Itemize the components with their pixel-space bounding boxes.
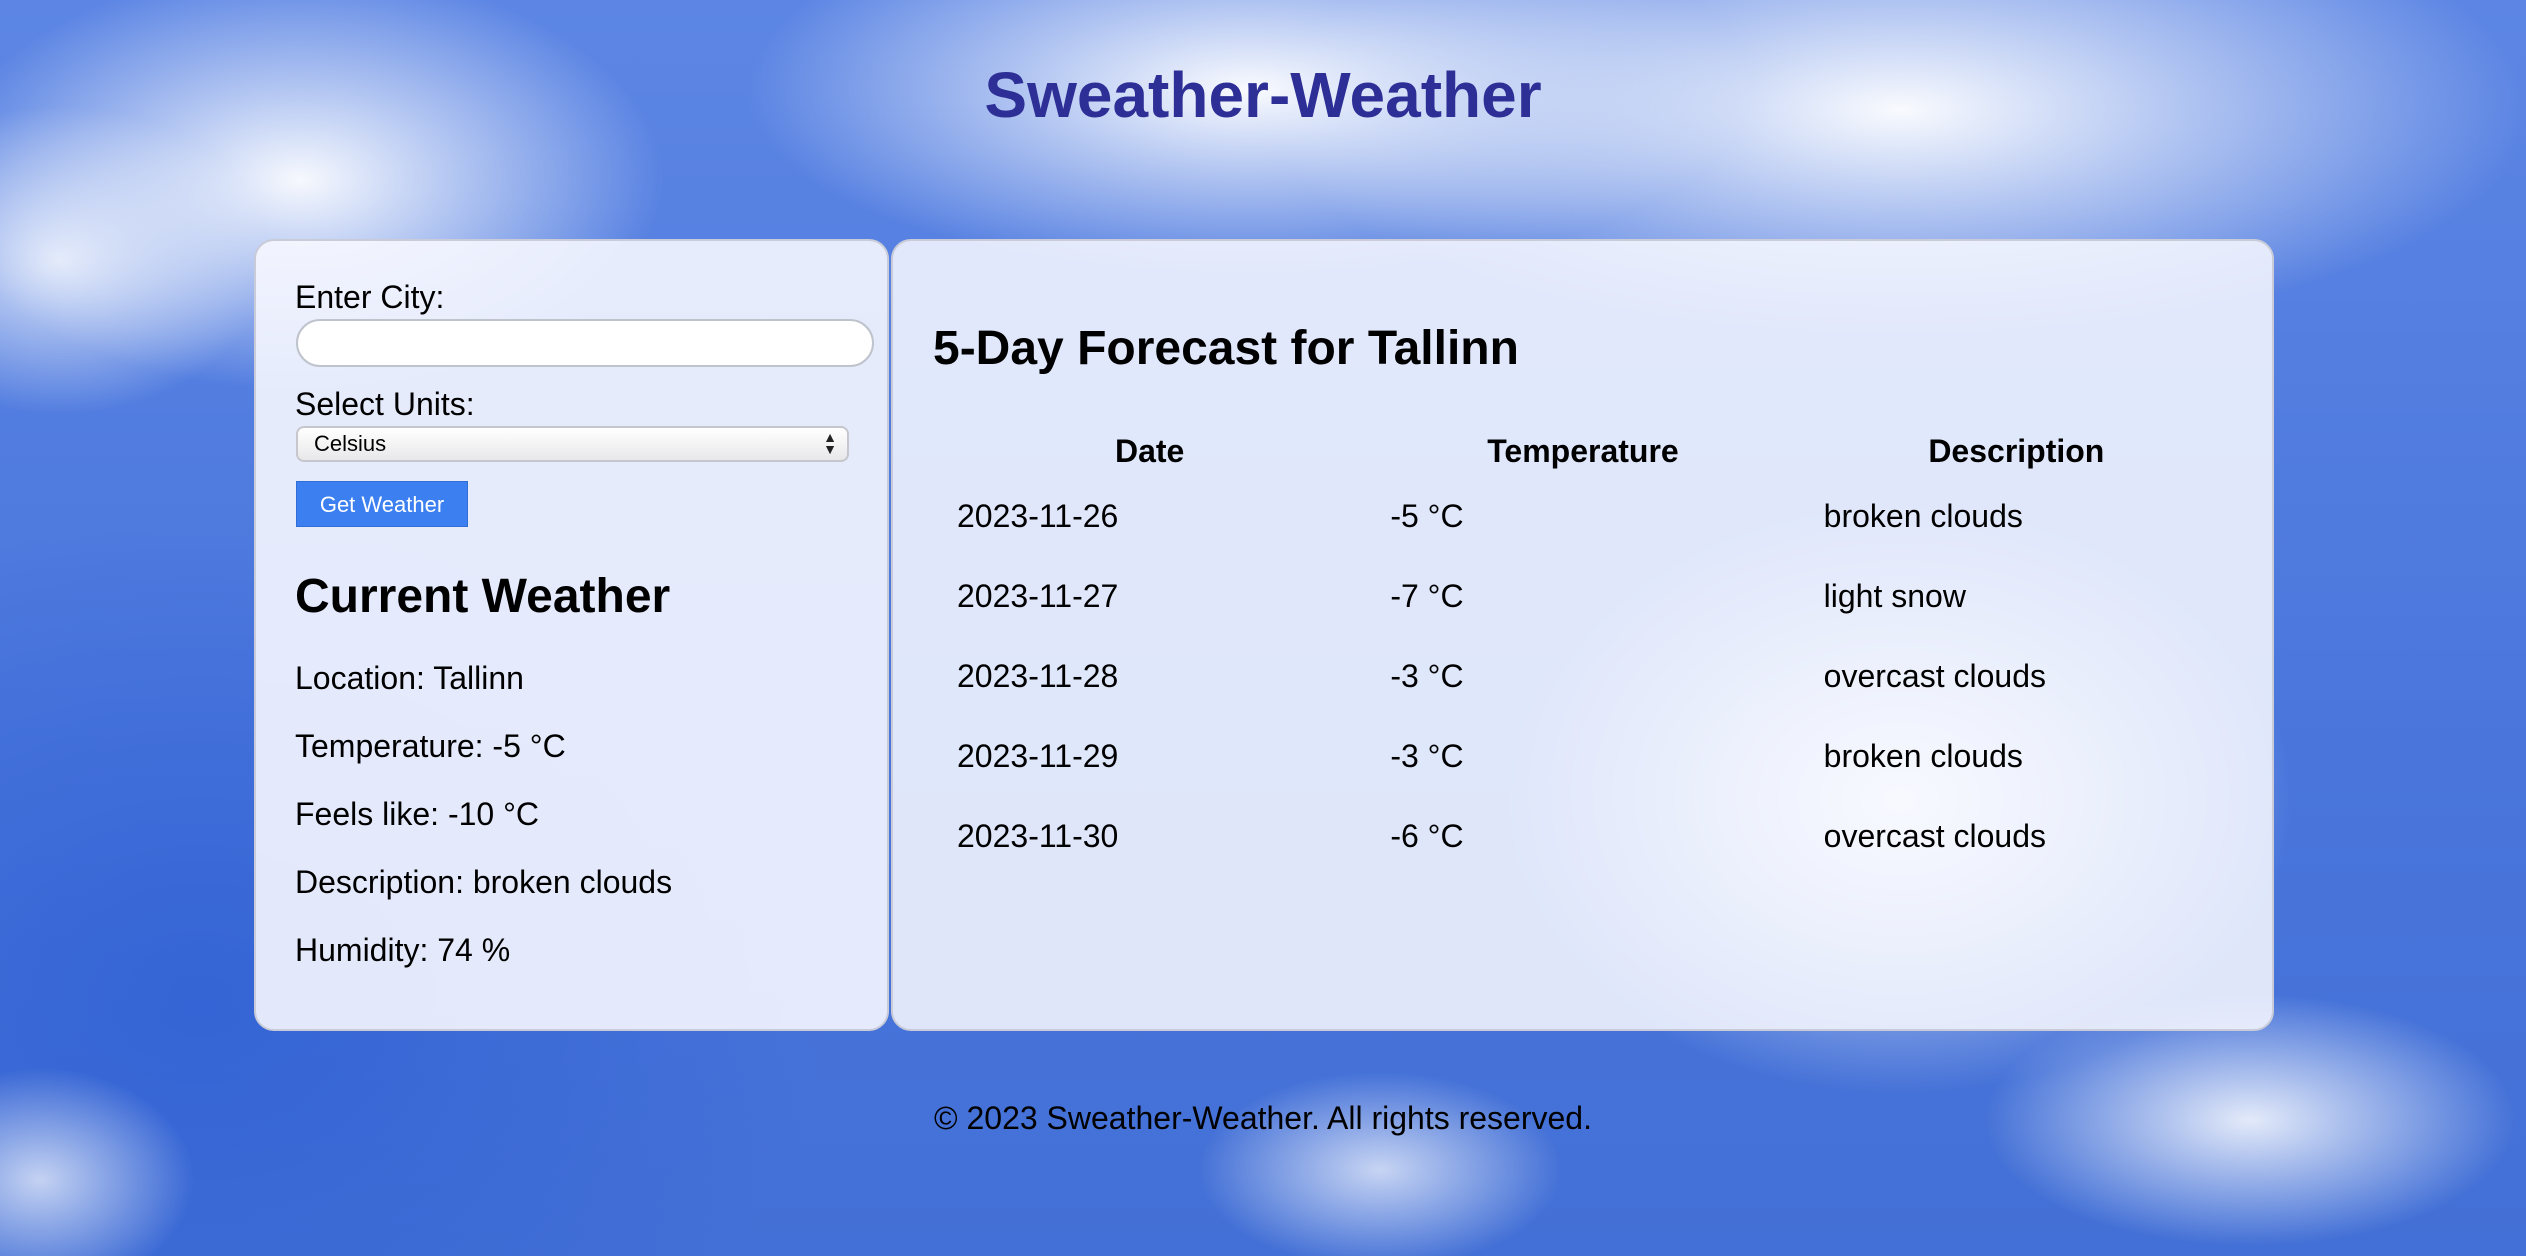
forecast-header-row: Date Temperature Description: [933, 426, 2233, 476]
current-humidity: Humidity: 74 %: [295, 932, 511, 968]
table-row: 2023-11-27 -7 °C light snow: [933, 556, 2233, 636]
site-title: Sweather-Weather: [984, 59, 1542, 131]
header-temperature: Temperature: [1487, 432, 1679, 469]
header-date: Date: [1114, 432, 1185, 469]
forecast-panel: 5-Day Forecast for Tallinn Date Temperat…: [891, 239, 2274, 1031]
table-row: 2023-11-29 -3 °C broken clouds: [933, 716, 2233, 796]
cell-date: 2023-11-27: [957, 577, 1119, 614]
forecast-table: Date Temperature Description 2023-11-26 …: [933, 426, 2233, 876]
cell-description: broken clouds: [1823, 497, 2023, 534]
table-row: 2023-11-30 -6 °C overcast clouds: [933, 796, 2233, 876]
cell-temperature: -5 °C: [1390, 497, 1464, 534]
footer-copyright: © 2023 Sweather-Weather. All rights rese…: [934, 1100, 1592, 1136]
units-select[interactable]: Celsius ▲ ▼: [296, 426, 849, 462]
city-label: Enter City:: [295, 279, 445, 315]
city-input[interactable]: [296, 319, 874, 367]
cell-date: 2023-11-30: [957, 817, 1119, 854]
table-row: 2023-11-28 -3 °C overcast clouds: [933, 636, 2233, 716]
cell-date: 2023-11-29: [957, 737, 1119, 774]
forecast-title: 5-Day Forecast for Tallinn: [933, 322, 1519, 375]
search-panel: Enter City: Select Units: Celsius ▲ ▼ Get…: [254, 239, 889, 1031]
cell-date: 2023-11-26: [957, 497, 1119, 534]
cell-description: broken clouds: [1823, 737, 2023, 774]
get-weather-button[interactable]: Get Weather: [296, 481, 468, 527]
current-description: Description: broken clouds: [295, 864, 673, 900]
units-selected-value: Celsius: [314, 431, 387, 456]
current-feels-like: Feels like: -10 °C: [295, 796, 539, 832]
cell-date: 2023-11-28: [957, 657, 1119, 694]
units-label: Select Units:: [295, 386, 475, 422]
cell-temperature: -7 °C: [1390, 577, 1464, 614]
table-row: 2023-11-26 -5 °C broken clouds: [933, 476, 2233, 556]
header-description: Description: [1928, 432, 2105, 469]
current-temperature: Temperature: -5 °C: [295, 728, 566, 764]
cell-temperature: -6 °C: [1390, 817, 1464, 854]
cell-temperature: -3 °C: [1390, 657, 1464, 694]
select-arrows-icon: ▲ ▼: [823, 429, 837, 457]
cell-description: overcast clouds: [1823, 817, 2046, 854]
current-location: Location: Tallinn: [295, 660, 524, 696]
current-weather-title: Current Weather: [295, 570, 671, 623]
cell-description: overcast clouds: [1823, 657, 2046, 694]
cell-temperature: -3 °C: [1390, 737, 1464, 774]
cell-description: light snow: [1823, 577, 1966, 614]
